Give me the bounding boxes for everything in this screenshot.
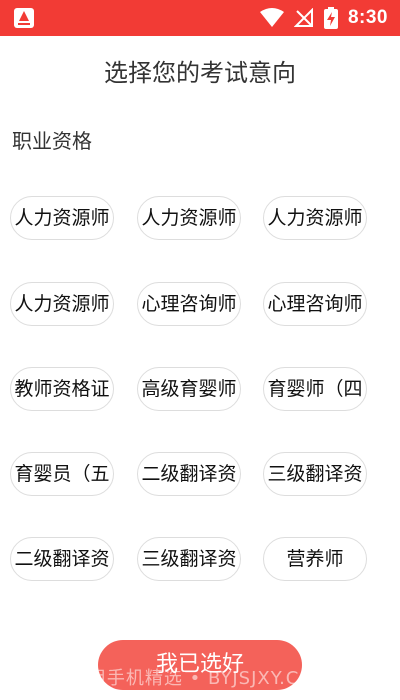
page-title: 选择您的考试意向 [104, 59, 296, 87]
option-chip[interactable]: 三级翻译资 [137, 537, 241, 581]
option-chip[interactable]: 育婴员（五 [10, 452, 114, 496]
wifi-icon [259, 8, 284, 28]
battery-charging-icon [323, 7, 338, 29]
option-chip[interactable]: 人力资源师 [137, 196, 241, 240]
option-chip[interactable]: 人力资源师 [10, 196, 114, 240]
option-chip[interactable]: 教师资格证 [10, 367, 114, 411]
no-signal-icon [293, 8, 314, 28]
option-chip[interactable]: 人力资源师 [10, 282, 114, 326]
section-title: 职业资格 [12, 129, 92, 153]
option-chip[interactable]: 人力资源师 [263, 196, 367, 240]
option-chip[interactable]: 三级翻译资 [263, 452, 367, 496]
option-chip[interactable]: 二级翻译资 [10, 537, 114, 581]
option-chip[interactable]: 育婴师（四 [263, 367, 367, 411]
confirm-button[interactable]: 我已选好 [98, 640, 302, 690]
option-chip[interactable]: 二级翻译资 [137, 452, 241, 496]
status-bar: 8:30 [0, 0, 400, 36]
option-chip[interactable]: 营养师 [263, 537, 367, 581]
option-chip[interactable]: 高级育婴师 [137, 367, 241, 411]
option-chip[interactable]: 心理咨询师 [263, 282, 367, 326]
status-icons: 8:30 [259, 6, 388, 30]
status-time: 8:30 [347, 7, 388, 28]
app-logo-icon [14, 8, 34, 28]
option-chip[interactable]: 心理咨询师 [137, 282, 241, 326]
